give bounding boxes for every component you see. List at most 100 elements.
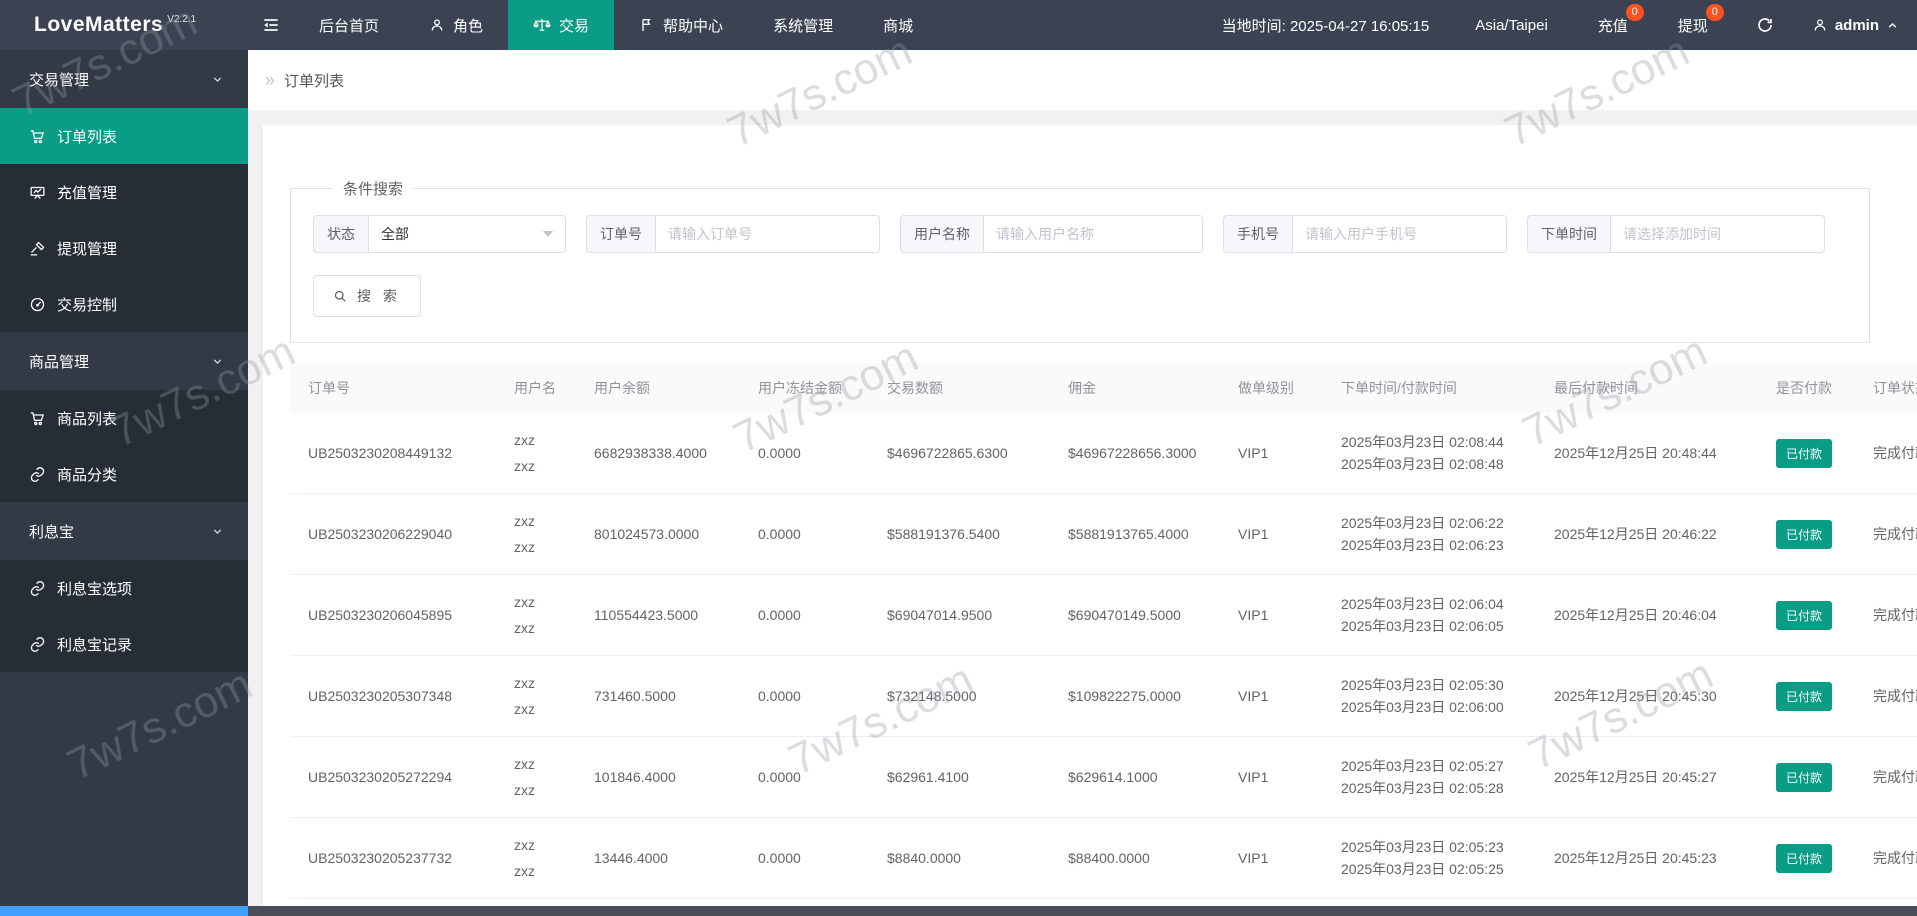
cell-last-pay-time: 2025年12月25日 20:45:23 [1536,817,1758,899]
nav-item-system[interactable]: 系统管理 [748,0,858,50]
cell-amount: $732148.5000 [869,655,1050,737]
sidebar-item-lixibao-options[interactable]: 利息宝选项 [0,560,248,616]
cell-level: VIP1 [1220,817,1323,899]
group-label: 商品管理 [29,353,90,371]
cell-order-pay-time: 2025年03月23日 02:06:22 2025年03月23日 02:06:2… [1323,493,1536,575]
cell-order-pay-time: 2025年03月23日 02:05:27 2025年03月23日 02:05:2… [1323,736,1536,818]
withdraw-notice[interactable]: 提现 0 [1664,3,1724,36]
table-row: UB2503230205307348 zxz zxz 731460.5000 0… [290,655,1917,737]
phone-label: 手机号 [1223,215,1292,253]
cell-last-pay-time: 2025年12月25日 20:45:30 [1536,655,1758,737]
gavel-icon [29,240,46,257]
table-row: UB2503230206229040 zxz zxz 801024573.000… [290,493,1917,575]
filter-username: 用户名称 [900,215,1203,253]
sidebar-item-lixibao-records[interactable]: 利息宝记录 [0,616,248,672]
group-label: 交易管理 [29,71,90,89]
sidebar-item-trade-control[interactable]: 交易控制 [0,276,248,332]
scales-icon [533,16,551,34]
sidebar-group-goods-management[interactable]: 商品管理 [0,332,248,390]
recharge-notice[interactable]: 充值 0 [1584,3,1644,36]
cell-amount: $8840.0000 [869,817,1050,899]
nav-item-roles[interactable]: 角色 [404,0,508,50]
paid-badge: 已付款 [1776,681,1833,711]
table-row: UB2503230205272294 zxz zxz 101846.4000 0… [290,736,1917,818]
sidebar-item-recharge-management[interactable]: 充值管理 [0,164,248,220]
sidebar-item-withdraw-management[interactable]: 提现管理 [0,220,248,276]
cell-balance: 6682938338.4000 [576,413,740,494]
col-amount: 交易数额 [869,363,1050,413]
sidebar-collapse-button[interactable] [248,0,294,50]
order-time-input[interactable] [1610,215,1825,253]
col-frozen: 用户冻结金额 [740,363,869,413]
board-chart-icon [29,184,46,201]
cell-username: zxz zxz [496,413,576,494]
cell-status: 完成付款 [1855,817,1917,899]
order-no-label: 订单号 [586,215,655,253]
sidebar-group-lixibao[interactable]: 利息宝 [0,502,248,560]
nav-item-home[interactable]: 后台首页 [294,0,404,50]
col-balance: 用户余额 [576,363,740,413]
cell-commission: $629614.1000 [1050,736,1220,818]
filters-row: 状态 全部 订单号 用户名称 手机 [313,215,1869,253]
sidebar: 交易管理 订单列表 充值管理 提现管理 交易控制 商品管理 商品列表 商品分类 … [0,50,248,916]
filter-order-no: 订单号 [586,215,880,253]
cell-amount: $588191376.5400 [869,493,1050,575]
search-button-label: 搜 索 [357,288,401,304]
col-level: 做单级别 [1220,363,1323,413]
nav-item-label: 系统管理 [773,17,834,35]
sidebar-group-trade-management[interactable]: 交易管理 [0,50,248,108]
sidebar-item-goods-list[interactable]: 商品列表 [0,390,248,446]
username-input[interactable] [983,215,1203,253]
hamburger-icon [261,15,281,35]
col-order-pay-time: 下单时间/付款时间 [1323,363,1536,413]
horizontal-scrollbar[interactable] [248,906,1917,916]
refresh-button[interactable] [1740,16,1790,34]
cart-icon [29,128,46,145]
app-logo: LoveMatters V2.2.1 [0,0,248,50]
user-menu[interactable]: admin [1812,17,1899,34]
sidebar-item-goods-category[interactable]: 商品分类 [0,446,248,502]
nav-item-trade[interactable]: 交易 [508,0,615,50]
col-paid: 是否付款 [1758,363,1855,413]
cell-order-no: UB2503230206229040 [290,493,496,575]
breadcrumb-arrow-icon: » [265,69,276,90]
cell-order-pay-time: 2025年03月23日 02:06:04 2025年03月23日 02:06:0… [1323,574,1536,656]
nav-item-label: 角色 [453,17,484,35]
nav-item-mall[interactable]: 商城 [858,0,938,50]
status-select[interactable]: 全部 [368,215,566,253]
cell-order-no: UB2503230205237732 [290,817,496,899]
sidebar-item-label: 商品列表 [57,410,118,428]
cell-order-pay-time: 2025年03月23日 02:08:44 2025年03月23日 02:08:4… [1323,413,1536,494]
timezone[interactable]: Asia/Taipei [1461,17,1562,34]
order-no-input[interactable] [655,215,880,253]
nav-item-help-center[interactable]: 帮助中心 [614,0,748,50]
sidebar-item-order-list[interactable]: 订单列表 [0,108,248,164]
cell-status: 完成付款 [1855,493,1917,575]
nav-item-label: 帮助中心 [663,17,724,35]
username: admin [1834,16,1879,34]
cell-commission: $109822275.0000 [1050,655,1220,737]
cell-balance: 731460.5000 [576,655,740,737]
chevron-down-icon [211,525,224,538]
filter-status: 状态 全部 [313,215,566,253]
cell-paid: 已付款 [1758,736,1855,818]
cell-frozen: 0.0000 [740,574,869,656]
search-panel-legend: 条件搜索 [343,181,404,198]
paid-badge: 已付款 [1776,519,1833,549]
paid-badge: 已付款 [1776,438,1833,468]
search-button[interactable]: 搜 索 [313,275,421,317]
cell-order-no: UB2503230206045895 [290,574,496,656]
phone-input[interactable] [1292,215,1507,253]
cell-username: zxz zxz [496,574,576,656]
cell-balance: 801024573.0000 [576,493,740,575]
cell-status: 完成付款 [1855,655,1917,737]
orders-table: 订单号 用户名 用户余额 用户冻结金额 交易数额 佣金 做单级别 下单时间/付款… [290,363,1917,916]
status-label: 状态 [313,215,368,253]
col-status: 订单状态 [1855,363,1917,413]
sidebar-scrollbar[interactable] [0,906,248,916]
user-icon [1812,17,1828,33]
filter-phone: 手机号 [1223,215,1507,253]
cell-commission: $690470149.5000 [1050,574,1220,656]
cart-icon [29,410,46,427]
link-icon [29,580,46,597]
